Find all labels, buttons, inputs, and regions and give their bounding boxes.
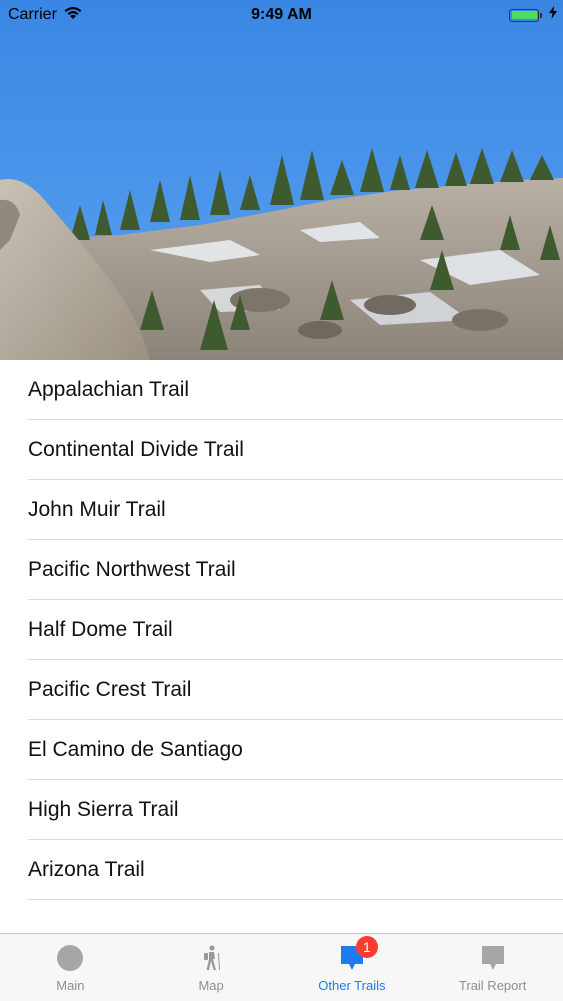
tab-main-label: Main — [56, 978, 85, 993]
tab-trail-report-label: Trail Report — [458, 978, 527, 993]
battery-icon — [509, 8, 542, 22]
hero-image — [0, 0, 563, 360]
trail-label: Continental Divide Trail — [28, 438, 244, 461]
trail-row[interactable]: Pacific Northwest Trail — [0, 540, 563, 600]
trail-row[interactable]: Appalachian Trail — [0, 360, 563, 420]
tab-other-trails[interactable]: 1 Other Trails — [282, 934, 423, 1001]
trail-row[interactable]: John Muir Trail — [0, 480, 563, 540]
trail-label: Pacific Crest Trail — [28, 678, 192, 701]
trail-label: Arizona Trail — [28, 858, 145, 881]
trail-label: John Muir Trail — [28, 498, 166, 521]
trail-row[interactable]: High Sierra Trail — [0, 780, 563, 840]
trail-label: Pacific Northwest Trail — [28, 558, 236, 581]
wifi-icon — [63, 6, 83, 25]
trail-row[interactable]: Arizona Trail — [0, 840, 563, 900]
trail-row[interactable]: Continental Divide Trail — [0, 420, 563, 480]
trail-row[interactable]: El Camino de Santiago — [0, 720, 563, 780]
trail-label: El Camino de Santiago — [28, 738, 243, 761]
charging-icon — [549, 6, 557, 24]
trail-label: High Sierra Trail — [28, 798, 179, 821]
status-bar: Carrier 9:49 AM — [0, 0, 563, 30]
tab-trail-report[interactable]: Trail Report — [422, 934, 563, 1001]
circle-icon — [54, 942, 86, 974]
trail-row[interactable]: Pacific Crest Trail — [0, 660, 563, 720]
tab-other-trails-label: Other Trails — [318, 978, 386, 993]
chat-bubble-icon: 1 — [336, 936, 378, 974]
notification-badge: 1 — [355, 936, 378, 958]
tab-map-label: Map — [198, 978, 224, 993]
carrier-label: Carrier — [8, 6, 57, 23]
trail-row[interactable]: Half Dome Trail — [0, 600, 563, 660]
report-bubble-icon — [477, 942, 509, 974]
tab-main[interactable]: Main — [0, 934, 141, 1001]
status-time: 9:49 AM — [251, 6, 312, 23]
trail-label: Half Dome Trail — [28, 618, 173, 641]
tab-map[interactable]: Map — [141, 934, 282, 1001]
tab-bar: Main Map 1 Other Trails Trail Report — [0, 933, 563, 1001]
trail-list: Appalachian Trail Continental Divide Tra… — [0, 360, 563, 900]
trail-label: Appalachian Trail — [28, 378, 190, 401]
hiker-icon — [195, 942, 227, 974]
